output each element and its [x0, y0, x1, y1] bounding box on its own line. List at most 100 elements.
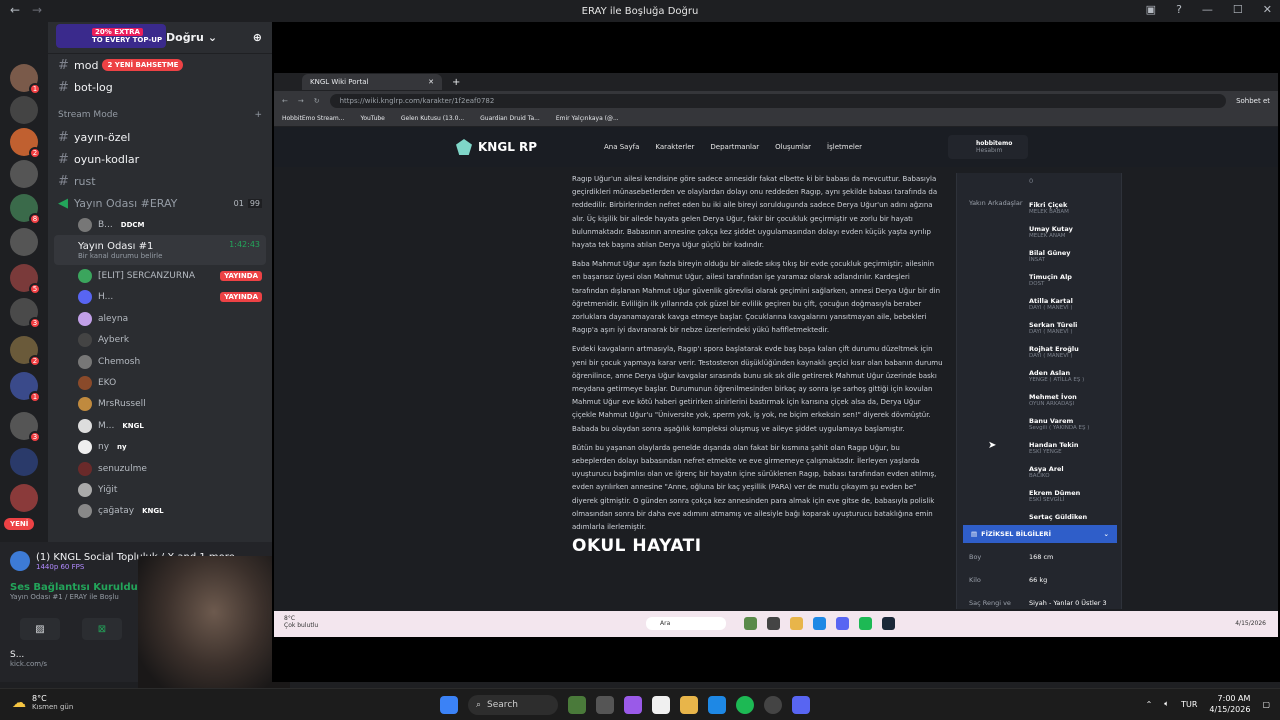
category-stream-mode[interactable]: Stream Mode + — [48, 104, 272, 126]
channel-bot-log[interactable]: # bot-log — [48, 76, 272, 98]
user-info[interactable]: S... kick.com/s — [10, 650, 47, 668]
friend-entry[interactable]: Fikri Çiçek MELEK BABAM — [1029, 201, 1069, 215]
nav-item[interactable]: Departmanlar — [710, 143, 759, 151]
server-icon[interactable] — [10, 484, 38, 512]
voice-member[interactable]: Chemosh — [48, 351, 272, 372]
discord-icon[interactable] — [792, 696, 810, 714]
server-icon[interactable]: 2 — [10, 128, 41, 159]
steam-icon[interactable] — [882, 617, 895, 630]
friend-entry[interactable]: Mehmet İvon OYUN ARKADAŞI — [1029, 393, 1077, 407]
taskbar-search[interactable]: ⌕ Search — [468, 695, 558, 715]
server-icon[interactable]: 5 — [10, 264, 41, 295]
folder-icon[interactable] — [790, 617, 803, 630]
server-icon[interactable] — [10, 96, 38, 124]
voice-member[interactable]: H... YAYINDA — [48, 287, 272, 308]
voice-connection[interactable]: Ses Bağlantısı Kuruldu Yayın Odası #1 / … — [10, 582, 138, 601]
add-member-icon[interactable]: ⊕ — [253, 31, 262, 44]
friend-entry[interactable]: Banu Varem Sevgili ( YAKINDA EŞ ) — [1029, 417, 1089, 431]
voice-member[interactable]: M... KNGL — [48, 415, 272, 436]
app-icon[interactable] — [568, 696, 586, 714]
edge-icon[interactable] — [708, 696, 726, 714]
inner-search[interactable]: Ara — [646, 617, 726, 630]
bookmark-item[interactable]: YouTube — [360, 115, 384, 122]
inbox-icon[interactable]: ▣ — [1146, 3, 1156, 16]
new-badge[interactable]: YENİ — [4, 518, 35, 530]
server-icon[interactable] — [10, 448, 38, 476]
folder-icon[interactable] — [680, 696, 698, 714]
spotify-icon[interactable] — [859, 617, 872, 630]
friend-entry[interactable]: Handan Tekin ESKİ YENGE — [1029, 441, 1079, 455]
close-tab-icon[interactable]: ✕ — [428, 78, 434, 86]
maximize-icon[interactable]: ☐ — [1233, 3, 1243, 16]
screen-share-icon[interactable]: ⊠ — [82, 618, 122, 640]
voice-member[interactable]: Ayberk — [48, 330, 272, 351]
bookmark-item[interactable]: Guardian Druid Ta... — [480, 115, 540, 122]
new-tab-icon[interactable]: + — [452, 77, 460, 88]
voice-member[interactable]: B... DDCM — [48, 214, 272, 235]
voice-member[interactable]: aleyna — [48, 308, 272, 329]
server-icon[interactable]: 2 — [10, 336, 41, 367]
bookmark-item[interactable]: Emir Yalçınkaya (@... — [556, 115, 619, 122]
friend-entry[interactable]: Rojhat Eroğlu DAYI ( MANEVİ ) — [1029, 345, 1079, 359]
reload-icon[interactable]: ↻ — [314, 97, 320, 105]
friend-entry[interactable]: Atilla Kartal DAYI ( MANEVİ ) — [1029, 297, 1073, 311]
server-icon[interactable] — [10, 228, 38, 256]
task-view-icon[interactable] — [596, 696, 614, 714]
server-icon[interactable]: 1 — [10, 372, 41, 403]
promo-banner[interactable]: 20% EXTRA TO EVERY TOP-UP — [56, 24, 166, 48]
nav-item[interactable]: Karakterler — [655, 143, 694, 151]
plus-icon[interactable]: + — [254, 110, 262, 120]
help-icon[interactable]: ? — [1176, 3, 1182, 16]
bookmark-item[interactable]: Gelen Kutusu (13.0... — [401, 115, 464, 122]
channel-yayin-ozel[interactable]: # yayın-özel — [48, 126, 272, 148]
close-icon[interactable]: ✕ — [1263, 3, 1272, 16]
friend-entry[interactable]: Serkan Türeli DAYI ( MANEVİ ) — [1029, 321, 1077, 335]
browser-tab[interactable]: KNGL Wiki Portal ✕ — [302, 74, 442, 90]
weather-widget[interactable]: ☁ 8°C Kısmen gün — [12, 694, 73, 711]
notification-icon[interactable]: ▢ — [1262, 700, 1270, 709]
server-icon[interactable] — [10, 160, 38, 188]
voice-channel-yayin-1[interactable]: Yayın Odası #1 Bir kanal durumu belirle … — [54, 235, 266, 266]
start-icon[interactable] — [440, 696, 458, 714]
nav-item[interactable]: İşletmeler — [827, 143, 862, 151]
store-icon[interactable] — [652, 696, 670, 714]
voice-member[interactable]: MrsRussell — [48, 394, 272, 415]
voice-channel-status[interactable]: Bir kanal durumu belirle — [78, 252, 266, 260]
spotify-icon[interactable] — [736, 696, 754, 714]
app-icon[interactable] — [744, 617, 757, 630]
server-icon[interactable]: 8 — [10, 194, 41, 225]
back-arrow-icon[interactable]: ← — [10, 3, 20, 17]
voice-member[interactable]: EKO — [48, 372, 272, 393]
edge-icon[interactable] — [813, 617, 826, 630]
app-icon[interactable] — [767, 617, 780, 630]
voice-member[interactable]: çağatay KNGL — [48, 501, 272, 522]
voice-member[interactable]: Yiğit — [48, 479, 272, 500]
copilot-icon[interactable] — [624, 696, 642, 714]
friend-entry[interactable]: Bilal Güney İNSAT — [1029, 249, 1071, 263]
site-logo[interactable]: KNGL RP — [456, 139, 537, 155]
clock[interactable]: 7:00 AM 4/15/2026 — [1209, 693, 1250, 715]
voice-member[interactable]: senuzulme — [48, 458, 272, 479]
nav-item[interactable]: Oluşumlar — [775, 143, 811, 151]
nav-item[interactable]: Ana Sayfa — [604, 143, 639, 151]
language-indicator[interactable]: TUR — [1181, 700, 1197, 709]
forward-arrow-icon[interactable]: → — [32, 3, 42, 17]
voice-channel-eray[interactable]: ◀ Yayın Odası #ERAY 01 99 — [48, 192, 272, 214]
speaker-icon[interactable]: 🔈︎ — [1164, 699, 1169, 709]
address-bar[interactable]: https://wiki.knglrp.com/karakter/1f2eaf0… — [329, 94, 1227, 108]
chevron-up-icon[interactable]: ⌃ — [1146, 700, 1153, 709]
minimize-icon[interactable]: — — [1202, 3, 1213, 16]
server-header[interactable]: 20% EXTRA TO EVERY TOP-UP Doğru ⌄ ⊕ — [48, 22, 272, 54]
server-icon[interactable]: 3 — [10, 298, 41, 329]
discord-icon[interactable] — [836, 617, 849, 630]
friend-entry[interactable]: Asya Arel BACIKO — [1029, 465, 1064, 479]
bookmark-item[interactable]: HobbitEmo Stream... — [282, 115, 344, 122]
app-icon[interactable] — [764, 696, 782, 714]
friend-entry[interactable]: Timuçin Alp DOST — [1029, 273, 1072, 287]
camera-off-icon[interactable]: ▨ — [20, 618, 60, 640]
profile-button[interactable]: Sohbet et — [1236, 97, 1270, 105]
channel-rust[interactable]: # rust — [48, 170, 272, 192]
account-menu[interactable]: hobbitemo Hesabım — [948, 135, 1028, 159]
channel-oyun-kodlar[interactable]: # oyun-kodlar — [48, 148, 272, 170]
friend-entry[interactable]: Aden Aslan YENGE ( ATİLLA EŞ ) — [1029, 369, 1084, 383]
